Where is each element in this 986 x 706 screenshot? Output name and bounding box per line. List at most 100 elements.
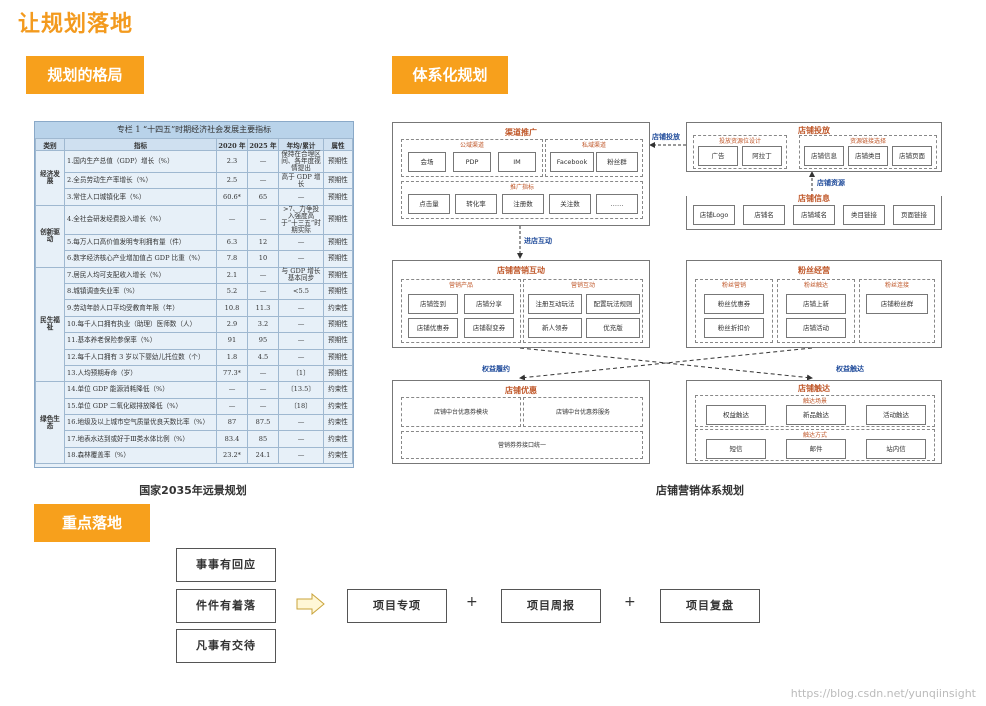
product-item: 店铺优惠券 [408, 318, 458, 338]
focus-right-item: 项目周报 [501, 589, 601, 623]
reach-scene-label: 触达场景 [802, 398, 827, 405]
metric-item: 转化率 [455, 194, 497, 214]
interact-item: 优充版 [586, 318, 640, 338]
focus-right-item: 项目复盘 [660, 589, 760, 623]
private-channel-group: 私域渠道 Facebook 粉丝群 [545, 139, 643, 177]
reach-scene-item: 活动触达 [866, 405, 926, 425]
public-item: PDP [453, 152, 491, 172]
marketing-product-group: 营销产品 店铺签到 店铺分享 店铺优惠券 店铺裂变券 [401, 279, 521, 343]
fans-title: 粉丝经营 [798, 266, 830, 275]
reach-method-item: 邮件 [786, 439, 846, 459]
shop-interaction-box: 店铺营销互动 营销产品 店铺签到 店铺分享 店铺优惠券 店铺裂变券 营销互动 注… [392, 260, 650, 348]
shop-info-item: 店铺域名 [793, 205, 835, 225]
shop-info-item: 页面链接 [893, 205, 935, 225]
product-item: 店铺裂变券 [464, 318, 514, 338]
shop-info-item: 店铺名 [743, 205, 785, 225]
public-item: IM [498, 152, 536, 172]
label-shop-delivery: 店铺投放 [652, 133, 680, 141]
private-channel-label: 私域渠道 [581, 142, 606, 149]
fans-touch-group: 粉丝触达 店铺上新 店铺活动 [777, 279, 855, 343]
diagram-connectors [517, 142, 815, 381]
shop-discount-box: 店铺优惠 店铺中台优惠券模块 店铺中台优惠券服务 营销券券接口统一 [392, 380, 650, 464]
reach-title: 店铺触达 [798, 384, 830, 393]
reach-method-group: 触达方式 短信 邮件 站内信 [695, 429, 935, 461]
plus-sign: + [466, 594, 478, 610]
focus-left-item: 凡事有交待 [176, 629, 276, 663]
product-item: 店铺签到 [408, 294, 458, 314]
focus-left-item: 事事有回应 [176, 548, 276, 582]
reach-scene-item: 权益触达 [706, 405, 766, 425]
marketing-product-label: 营销产品 [448, 282, 473, 289]
shop-info-box: 店铺信息 店铺Logo 店铺名 店铺域名 类目链接 页面链接 [686, 193, 942, 230]
shop-reach-box: 店铺触达 触达场景 权益触达 新品触达 活动触达 触达方式 短信 邮件 站内信 [686, 380, 942, 464]
reach-method-item: 短信 [706, 439, 766, 459]
channel-title: 渠道推广 [505, 128, 537, 137]
interact-item: 注册互动玩法 [528, 294, 582, 314]
fans-link-group: 粉丝连接 店铺粉丝群 [859, 279, 935, 343]
fans-marketing-item: 粉丝折扣价 [704, 318, 764, 338]
reach-method-label: 触达方式 [802, 432, 827, 439]
label-benefit-perform: 权益履约 [482, 365, 510, 373]
watermark: https://blog.csdn.net/yunqiinsight [790, 687, 976, 700]
shop-info-item: 店铺Logo [693, 205, 735, 225]
right-arrow-icon [296, 593, 325, 615]
reach-method-item: 站内信 [866, 439, 926, 459]
discount-service-box: 店铺中台优惠券服务 [523, 397, 643, 427]
delivery-slot-item: 广告 [698, 146, 738, 166]
shop-delivery-box: 店铺投放 投放资源位设计 广告 阿拉丁 资源链接选择 店铺信息 店铺类目 店铺页… [686, 122, 942, 172]
fans-operation-box: 粉丝经营 粉丝营销 粉丝优惠券 粉丝折扣价 粉丝触达 店铺上新 店铺活动 粉丝连… [686, 260, 942, 348]
interact-item: 新人领券 [528, 318, 582, 338]
promotion-metrics-label: 推广指标 [509, 184, 534, 191]
resource-link-item: 店铺类目 [848, 146, 888, 166]
label-enter-interact: 进店互动 [524, 237, 552, 245]
shop-info-title: 店铺信息 [687, 193, 941, 204]
fans-link-label: 粉丝连接 [884, 282, 909, 289]
focus-left-item: 件件有着落 [176, 589, 276, 623]
delivery-slot-label: 投放资源位设计 [718, 138, 761, 145]
resource-link-item: 店铺页面 [892, 146, 932, 166]
diagram-caption: 店铺营销体系规划 [656, 484, 744, 497]
interact-item: 配置玩法规则 [586, 294, 640, 314]
coupon-interface-box: 营销券券接口统一 [401, 431, 643, 459]
fans-link-item: 店铺粉丝群 [866, 294, 928, 314]
resource-link-item: 店铺信息 [804, 146, 844, 166]
reach-scene-group: 触达场景 权益触达 新品触达 活动触达 [695, 395, 935, 427]
channel-promotion-box: 渠道推广 公域渠道 会场 PDP IM 私域渠道 Facebook 粉丝群 推广… [392, 122, 650, 226]
interaction-title: 店铺营销互动 [497, 266, 545, 275]
fans-touch-item: 店铺活动 [786, 318, 846, 338]
fans-marketing-label: 粉丝营销 [721, 282, 746, 289]
plus-sign: + [624, 594, 636, 610]
delivery-slot-group: 投放资源位设计 广告 阿拉丁 [693, 135, 787, 169]
resource-link-label: 资源链接选择 [849, 138, 886, 145]
coupon-interface: 营销券券接口统一 [497, 442, 546, 449]
public-channel-label: 公域渠道 [459, 142, 484, 149]
resource-link-group: 资源链接选择 店铺信息 店铺类目 店铺页面 [799, 135, 937, 169]
fans-touch-label: 粉丝触达 [803, 282, 828, 289]
label-shop-resource: 店铺资源 [817, 179, 845, 187]
fans-touch-item: 店铺上新 [786, 294, 846, 314]
discount-module: 店铺中台优惠券模块 [433, 409, 488, 416]
discount-service: 店铺中台优惠券服务 [555, 409, 610, 416]
metric-item: 注册数 [502, 194, 544, 214]
marketing-interact-label: 营销互动 [570, 282, 595, 289]
public-channel-group: 公域渠道 会场 PDP IM [401, 139, 543, 177]
metric-item: 关注数 [549, 194, 591, 214]
label-benefit-reach: 权益触达 [836, 365, 864, 373]
metric-item: 点击量 [408, 194, 450, 214]
reach-scene-item: 新品触达 [786, 405, 846, 425]
product-item: 店铺分享 [464, 294, 514, 314]
public-item: 会场 [408, 152, 446, 172]
promotion-metrics-group: 推广指标 点击量 转化率 注册数 关注数 …… [401, 181, 643, 219]
metric-item: …… [596, 194, 638, 214]
marketing-interact-group: 营销互动 注册互动玩法 配置玩法规则 新人领券 优充版 [523, 279, 643, 343]
discount-module-box: 店铺中台优惠券模块 [401, 397, 521, 427]
fans-marketing-group: 粉丝营销 粉丝优惠券 粉丝折扣价 [695, 279, 773, 343]
private-item: 粉丝群 [596, 152, 638, 172]
private-item: Facebook [550, 152, 594, 172]
discount-title: 店铺优惠 [505, 386, 537, 395]
fans-marketing-item: 粉丝优惠券 [704, 294, 764, 314]
focus-right-item: 项目专项 [347, 589, 447, 623]
shop-info-item: 类目链接 [843, 205, 885, 225]
marketing-system-diagram: 店铺投放 店铺资源 进店互动 权益履约 权益触达 渠道推广 公域渠道 会场 PD… [0, 0, 986, 706]
delivery-slot-item: 阿拉丁 [742, 146, 782, 166]
